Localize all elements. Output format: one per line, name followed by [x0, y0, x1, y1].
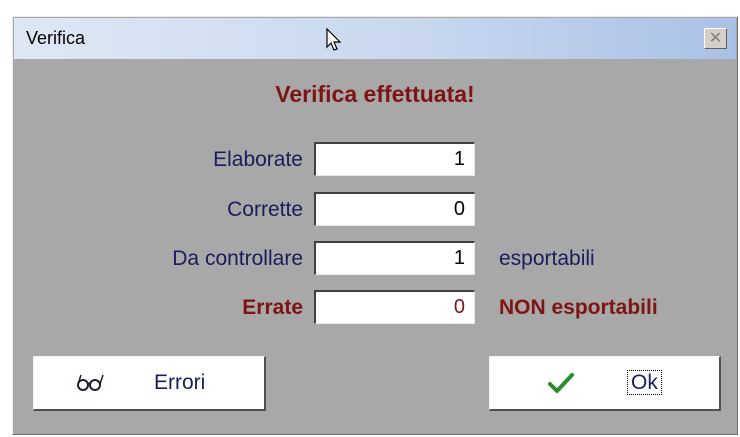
- elaborate-label: Elaborate: [213, 148, 303, 171]
- da-controllare-label: Da controllare: [172, 247, 303, 270]
- errate-field[interactable]: 0: [314, 290, 475, 324]
- errate-label: Errate: [242, 296, 303, 319]
- non-esportabili-label: NON esportabili: [499, 296, 658, 319]
- elaborate-field[interactable]: 1: [314, 142, 475, 176]
- da-controllare-field[interactable]: 1: [314, 241, 475, 275]
- mouse-cursor-icon: [326, 27, 344, 59]
- close-button[interactable]: ✕: [704, 28, 727, 49]
- glasses-icon: [76, 372, 104, 397]
- errori-label: Errori: [154, 371, 206, 394]
- close-icon: ✕: [708, 30, 723, 47]
- title-bar[interactable]: Verifica ✕: [14, 18, 736, 59]
- verifica-dialog: Verifica ✕ Verifica effettuata! Elaborat…: [12, 16, 738, 435]
- corrette-label: Corrette: [227, 198, 303, 221]
- ok-label-text: Ok: [627, 370, 662, 395]
- corrette-field[interactable]: 0: [314, 192, 475, 226]
- esportabili-label: esportabili: [499, 247, 595, 270]
- checkmark-icon: [548, 372, 574, 399]
- ok-button[interactable]: Ok: [489, 356, 721, 411]
- result-heading: Verifica effettuata!: [275, 81, 475, 107]
- ok-label: Ok: [627, 370, 662, 395]
- errori-button[interactable]: Errori: [33, 356, 266, 411]
- window-title: Verifica: [26, 28, 86, 48]
